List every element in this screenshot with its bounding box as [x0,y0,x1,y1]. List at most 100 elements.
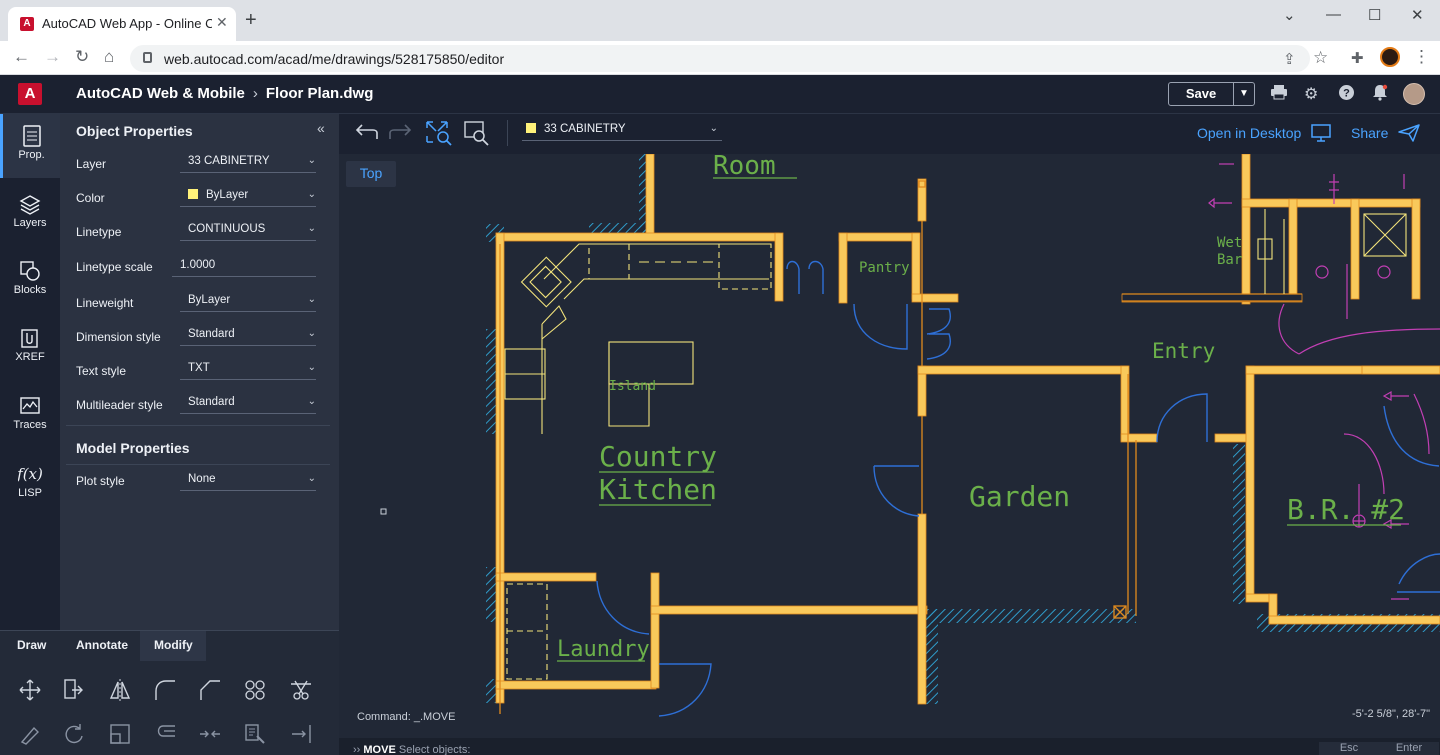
layer-select[interactable]: 33 CABINETRY ⌄ [180,151,316,173]
linetype-select-value: CONTINUOUS [188,223,266,235]
notification-bell-icon[interactable] [1372,84,1388,101]
trim-tool-icon[interactable] [289,678,313,702]
room-label-kitchen: Kitchen [599,473,717,506]
command-prompt-text: Select objects: [398,744,471,755]
autocad-favicon-icon: A [20,17,34,31]
collapse-panel-icon[interactable]: « [317,120,325,136]
redo-icon[interactable] [388,123,414,143]
new-tab-button[interactable]: + [245,10,257,30]
maximize-icon[interactable]: ☐ [1368,6,1381,24]
move-tool-icon[interactable] [18,678,42,702]
browser-tab-title: AutoCAD Web App - Online CAD [42,16,212,31]
lineweight-select[interactable]: ByLayer ⌄ [180,290,316,312]
lock-icon[interactable] [143,52,152,63]
rotate-tool-icon[interactable] [62,722,86,746]
address-bar[interactable]: web.autocad.com/acad/me/drawings/5281758… [130,45,1328,72]
rail-item-xref[interactable]: XREF [0,316,60,380]
save-options-dropdown[interactable]: ▼ [1233,82,1255,106]
room-label-island: Island [609,379,656,394]
url-text[interactable]: web.autocad.com/acad/me/drawings/5281758… [164,51,504,67]
zoom-window-icon[interactable] [463,120,491,146]
rail-label: Blocks [13,284,47,296]
help-icon[interactable]: ? [1338,84,1355,101]
tab-annotate[interactable]: Annotate [62,631,142,661]
plot-style-select[interactable]: None ⌄ [180,469,316,491]
dimension-style-select[interactable]: Standard ⌄ [180,324,316,346]
extend-tool-icon[interactable] [289,722,313,746]
enter-button[interactable]: Enter [1379,742,1439,755]
layers-icon [19,195,41,215]
prop-label-linetype: Linetype [76,225,122,239]
home-icon[interactable]: ⌂ [104,47,114,67]
browser-tab[interactable]: A AutoCAD Web App - Online CAD ✕ [8,7,236,41]
copy-tool-icon[interactable] [62,678,86,702]
rail-label: XREF [15,351,45,363]
array-tool-icon[interactable] [243,678,267,702]
blocks-icon [20,261,40,281]
linetype-select[interactable]: CONTINUOUS ⌄ [180,219,316,241]
offset-tool-icon[interactable] [153,722,177,746]
tab-modify[interactable]: Modify [140,631,206,661]
prop-label-text-style: Text style [76,364,127,378]
share-button[interactable]: Share [1351,124,1420,142]
chevron-down-icon: ⌄ [307,294,316,305]
layer-dropdown[interactable]: 33 CABINETRY ⌄ [522,119,722,141]
gear-icon[interactable]: ⚙ [1304,84,1318,104]
chevron-down-icon: ⌄ [307,223,316,234]
fillet-tool-icon[interactable] [153,678,177,702]
share-page-icon[interactable]: ⇪ [1283,50,1296,68]
color-select[interactable]: ByLayer ⌄ [180,185,316,207]
command-line[interactable]: ›› MOVE Select objects: Esc Enter [339,738,1440,755]
save-button[interactable]: Save [1168,82,1234,106]
esc-button[interactable]: Esc [1319,742,1379,755]
linetype-scale-input[interactable]: 1.0000 [172,255,316,277]
rail-item-properties[interactable]: Prop. [0,114,60,178]
open-in-desktop-label: Open in Desktop [1197,125,1302,141]
undo-icon[interactable] [353,123,379,143]
chamfer-tool-icon[interactable] [198,678,222,702]
color-select-value: ByLayer [206,189,249,201]
close-icon[interactable]: ✕ [216,14,228,31]
browser-menu-icon[interactable]: ⋮ [1413,47,1430,67]
extensions-icon[interactable]: ✚ [1351,49,1364,67]
rail-item-traces[interactable]: Traces [0,384,60,448]
scale-tool-icon[interactable] [108,722,132,746]
join-tool-icon[interactable] [198,722,222,746]
autocad-logo-icon[interactable]: A [18,83,42,105]
matchprop-tool-icon[interactable] [243,722,267,746]
avatar[interactable] [1403,83,1425,105]
tab-draw[interactable]: Draw [3,631,60,661]
open-in-desktop-button[interactable]: Open in Desktop [1197,124,1331,142]
share-label: Share [1351,125,1389,141]
chevron-down-icon: ⌄ [307,328,316,339]
canvas-toolbar: 33 CABINETRY ⌄ Open in Desktop Share [339,114,1440,154]
model-properties-title: Model Properties [76,440,190,456]
forward-icon[interactable]: → [44,47,61,67]
color-swatch [188,189,198,199]
tab-search-icon[interactable]: ⌄ [1283,6,1296,24]
plot-style-value: None [188,473,216,485]
view-cube-top[interactable]: Top [346,161,396,187]
toolset-panel: Draw Annotate Modify [0,630,339,755]
bookmark-star-icon[interactable]: ☆ [1313,48,1328,68]
multileader-style-select[interactable]: Standard ⌄ [180,392,316,414]
drawing-canvas[interactable]: 33 CABINETRY ⌄ Open in Desktop Share Roo… [339,114,1440,755]
minimize-icon[interactable]: — [1326,6,1341,23]
rail-item-blocks[interactable]: Blocks [0,249,60,313]
rail-item-lisp[interactable]: f(x) LISP [0,452,60,516]
window-close-icon[interactable]: ✕ [1411,6,1424,24]
reload-icon[interactable]: ↻ [75,47,89,67]
rail-item-layers[interactable]: Layers [0,182,60,246]
chevron-down-icon: ⌄ [307,362,316,373]
print-icon[interactable] [1270,84,1288,100]
command-prompt[interactable]: ›› MOVE Select objects: [353,744,470,755]
dimension-style-value: Standard [188,328,235,340]
mirror-tool-icon[interactable] [108,678,132,702]
back-icon[interactable]: ← [13,47,30,67]
erase-tool-icon[interactable] [18,722,42,746]
zoom-extents-icon[interactable] [425,120,453,146]
divider [66,464,330,465]
browser-profile-avatar[interactable] [1380,47,1400,67]
breadcrumb-product[interactable]: AutoCAD Web & Mobile [76,85,245,102]
text-style-select[interactable]: TXT ⌄ [180,358,316,380]
